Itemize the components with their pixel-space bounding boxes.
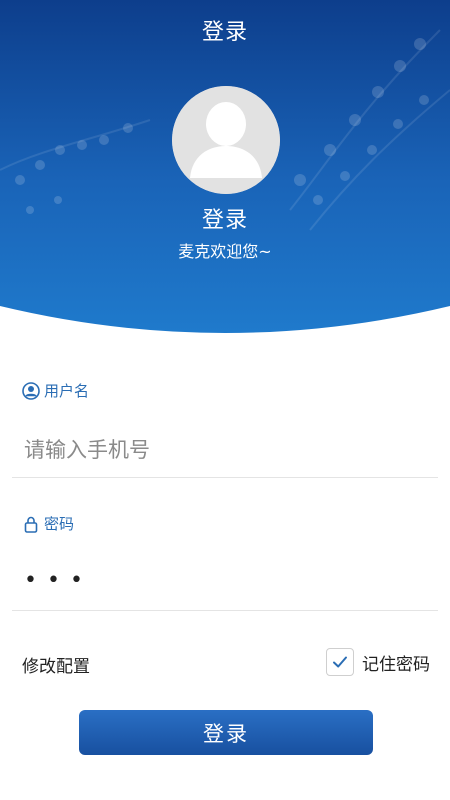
login-button[interactable]: 登录 — [79, 710, 373, 755]
divider — [12, 477, 438, 478]
divider — [12, 610, 438, 611]
username-label-text: 用户名 — [44, 382, 90, 400]
remember-password-toggle[interactable]: 记住密码 — [326, 648, 430, 676]
header-title: 登录 — [201, 208, 248, 233]
checkmark-icon — [333, 656, 347, 668]
username-label: 用户名 — [22, 380, 89, 401]
welcome-text: 麦克欢迎您~ — [178, 242, 272, 261]
modify-config-link[interactable]: 修改配置 — [22, 652, 90, 677]
header-banner: 登录 登录 麦克欢迎您~ — [0, 0, 450, 340]
password-input[interactable] — [24, 558, 428, 602]
default-avatar-icon — [172, 86, 280, 194]
nav-title: 登录 — [201, 20, 248, 45]
user-circle-icon — [22, 381, 40, 400]
lock-icon — [22, 515, 40, 533]
password-label: 密码 — [22, 513, 74, 534]
password-label-text: 密码 — [44, 515, 75, 533]
remember-checkbox[interactable] — [326, 648, 354, 676]
avatar — [172, 86, 280, 194]
remember-password-label: 记住密码 — [362, 654, 430, 675]
username-input[interactable] — [24, 428, 428, 472]
